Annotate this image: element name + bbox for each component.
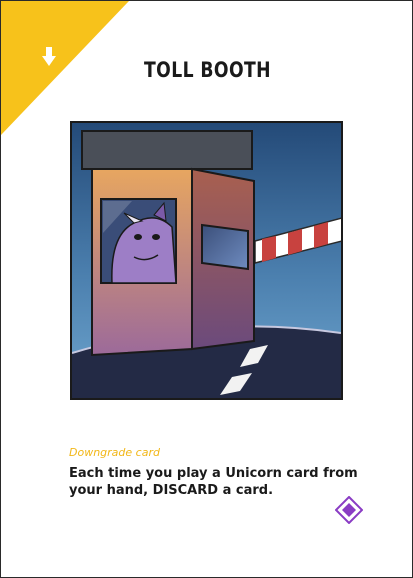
- card-artwork: [70, 121, 343, 400]
- card-type-label: Downgrade card: [69, 446, 160, 459]
- card: TOLL BOOTH Downgrade card Each time you …: [0, 0, 413, 578]
- card-effect-text: Each time you play a Unicorn card from y…: [69, 466, 358, 498]
- purple-diamond-icon: [335, 496, 363, 524]
- card-title: TOLL BOOTH: [144, 58, 271, 82]
